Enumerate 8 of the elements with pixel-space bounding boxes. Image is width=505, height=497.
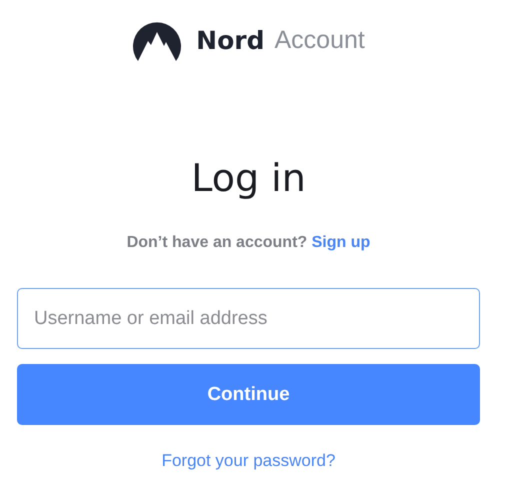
brand-product: Account [274,26,365,54]
signup-prompt: Don’t have an account? Sign up [126,233,370,253]
brand-name: Nord [196,26,264,54]
sign-up-link[interactable]: Sign up [312,234,370,251]
page-title: Log in [191,155,306,202]
username-field[interactable]: Username or email address [17,288,480,349]
continue-button[interactable]: Continue [17,364,480,425]
forgot-password-link[interactable]: Forgot your password? [162,450,336,472]
